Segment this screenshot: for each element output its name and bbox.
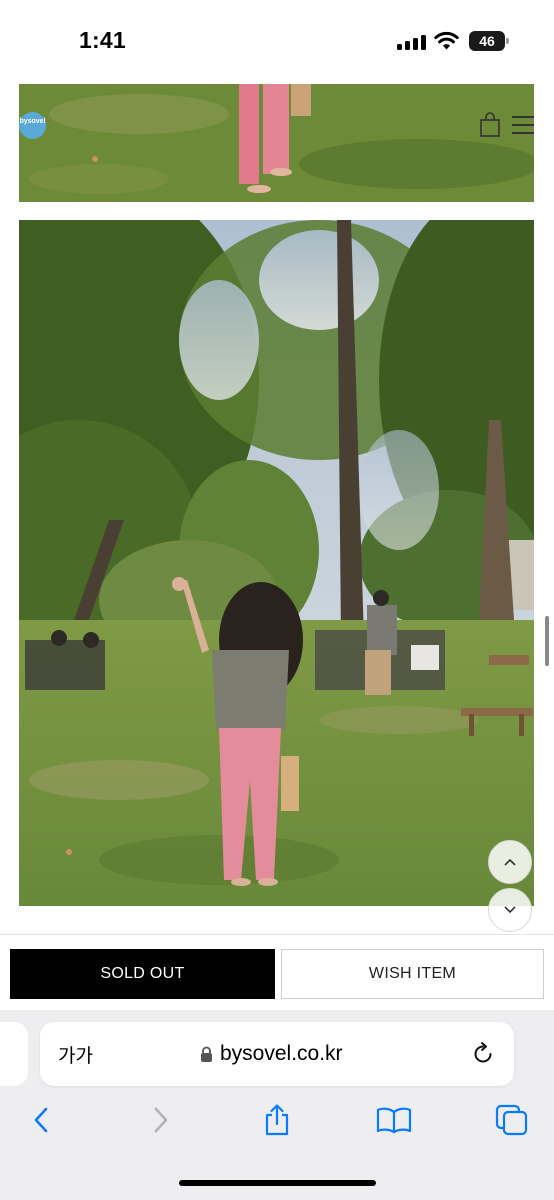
battery-level: 46 bbox=[469, 31, 505, 51]
lock-icon bbox=[201, 1046, 212, 1062]
browser-toolbar: 가가 bysovel.co.kr bbox=[0, 1010, 554, 1200]
url-text: bysovel.co.kr bbox=[220, 1042, 343, 1065]
menu-icon[interactable] bbox=[512, 116, 534, 136]
status-time: 1:41 bbox=[79, 27, 126, 53]
scroll-bottom-button[interactable] bbox=[488, 888, 532, 932]
product-image bbox=[19, 220, 534, 906]
chevron-up-icon bbox=[504, 858, 516, 866]
forward-icon bbox=[154, 1107, 168, 1133]
address-bar[interactable]: 가가 bysovel.co.kr bbox=[40, 1022, 514, 1086]
back-icon bbox=[34, 1107, 48, 1133]
bookmarks-icon bbox=[376, 1107, 412, 1134]
tabs-button[interactable] bbox=[494, 1102, 530, 1138]
scroll-top-button[interactable] bbox=[488, 840, 532, 884]
reload-icon[interactable] bbox=[470, 1041, 496, 1067]
home-indicator bbox=[179, 1180, 376, 1186]
share-button[interactable] bbox=[259, 1102, 295, 1138]
bookmarks-button[interactable] bbox=[376, 1102, 412, 1138]
product-image-previous bbox=[19, 84, 534, 202]
signal-icon bbox=[397, 35, 426, 50]
screen: 1:41 46 bysovel SOLD OUT WISH ITEM 가가 by… bbox=[0, 0, 554, 1200]
wifi-icon bbox=[434, 31, 459, 50]
forward-button[interactable] bbox=[143, 1102, 179, 1138]
sold-out-button[interactable]: SOLD OUT bbox=[10, 949, 275, 999]
product-action-bar: SOLD OUT WISH ITEM bbox=[0, 934, 554, 1010]
text-size-button[interactable]: 가가 bbox=[58, 1041, 93, 1068]
share-icon bbox=[265, 1104, 289, 1136]
site-logo[interactable]: bysovel bbox=[19, 112, 46, 139]
url-display[interactable]: bysovel.co.kr bbox=[200, 1042, 343, 1066]
status-bar: 1:41 46 bbox=[0, 0, 554, 84]
back-button[interactable] bbox=[23, 1102, 59, 1138]
battery-icon: 46 bbox=[469, 31, 509, 51]
cart-icon[interactable] bbox=[479, 112, 501, 138]
adjacent-tab[interactable] bbox=[0, 1022, 28, 1086]
page-scrollbar[interactable] bbox=[545, 616, 549, 666]
chevron-down-icon bbox=[504, 906, 516, 914]
tabs-icon bbox=[495, 1104, 528, 1136]
wish-item-button[interactable]: WISH ITEM bbox=[281, 949, 544, 999]
